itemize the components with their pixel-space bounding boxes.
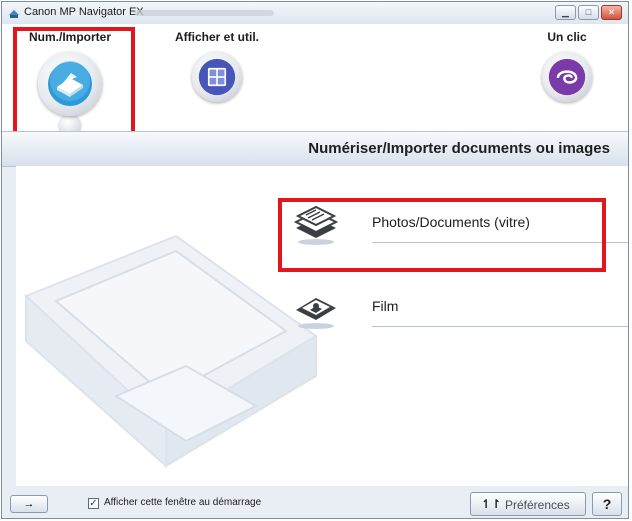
- help-button[interactable]: ?: [592, 492, 622, 516]
- app-window: Canon MP Navigator EX ▁ □ ✕ Num./Importe…: [1, 1, 629, 519]
- status-bar: → ✓ Afficher cette fenêtre au démarrage …: [2, 486, 628, 518]
- app-icon: [9, 10, 19, 18]
- checkmark-icon: ✓: [89, 498, 98, 509]
- option-film[interactable]: Film: [288, 286, 628, 332]
- preferences-button[interactable]: ↿↾ Préférences: [470, 492, 586, 516]
- film-icon: [296, 298, 336, 329]
- checkbox-label: Afficher cette fenêtre au démarrage: [104, 497, 262, 508]
- close-button[interactable]: ✕: [601, 5, 622, 20]
- tool-label: Afficher et util.: [174, 30, 259, 44]
- maximize-button[interactable]: □: [578, 5, 599, 20]
- show-at-startup-checkbox[interactable]: ✓: [88, 498, 99, 509]
- panel-title: Numériser/Importer documents ou images: [308, 140, 610, 157]
- title-bar: Canon MP Navigator EX ▁ □ ✕: [2, 2, 628, 25]
- window-title: Canon MP Navigator EX: [24, 6, 144, 18]
- title-blur: [134, 10, 274, 16]
- content-area: Photos/Documents (vitre) Film: [16, 166, 628, 486]
- option-divider: [372, 326, 628, 327]
- option-label: Film: [372, 298, 399, 314]
- preferences-icon: ↿↾: [481, 497, 502, 511]
- preferences-label: Préférences: [505, 498, 570, 512]
- window-controls: ▁ □ ✕: [555, 5, 622, 20]
- tool-one-click[interactable]: Un clic: [522, 30, 612, 102]
- tool-label: Un clic: [547, 30, 587, 44]
- switch-mode-button[interactable]: →: [10, 495, 48, 513]
- arrow-right-icon: →: [23, 498, 35, 510]
- highlight-frame-option: [278, 198, 606, 272]
- minimize-button[interactable]: ▁: [555, 5, 576, 20]
- panel-header: Numériser/Importer documents ou images: [2, 131, 628, 167]
- tool-view-use[interactable]: Afficher et util.: [152, 30, 282, 102]
- one-click-icon: [542, 52, 592, 102]
- grid-view-icon: [192, 52, 242, 102]
